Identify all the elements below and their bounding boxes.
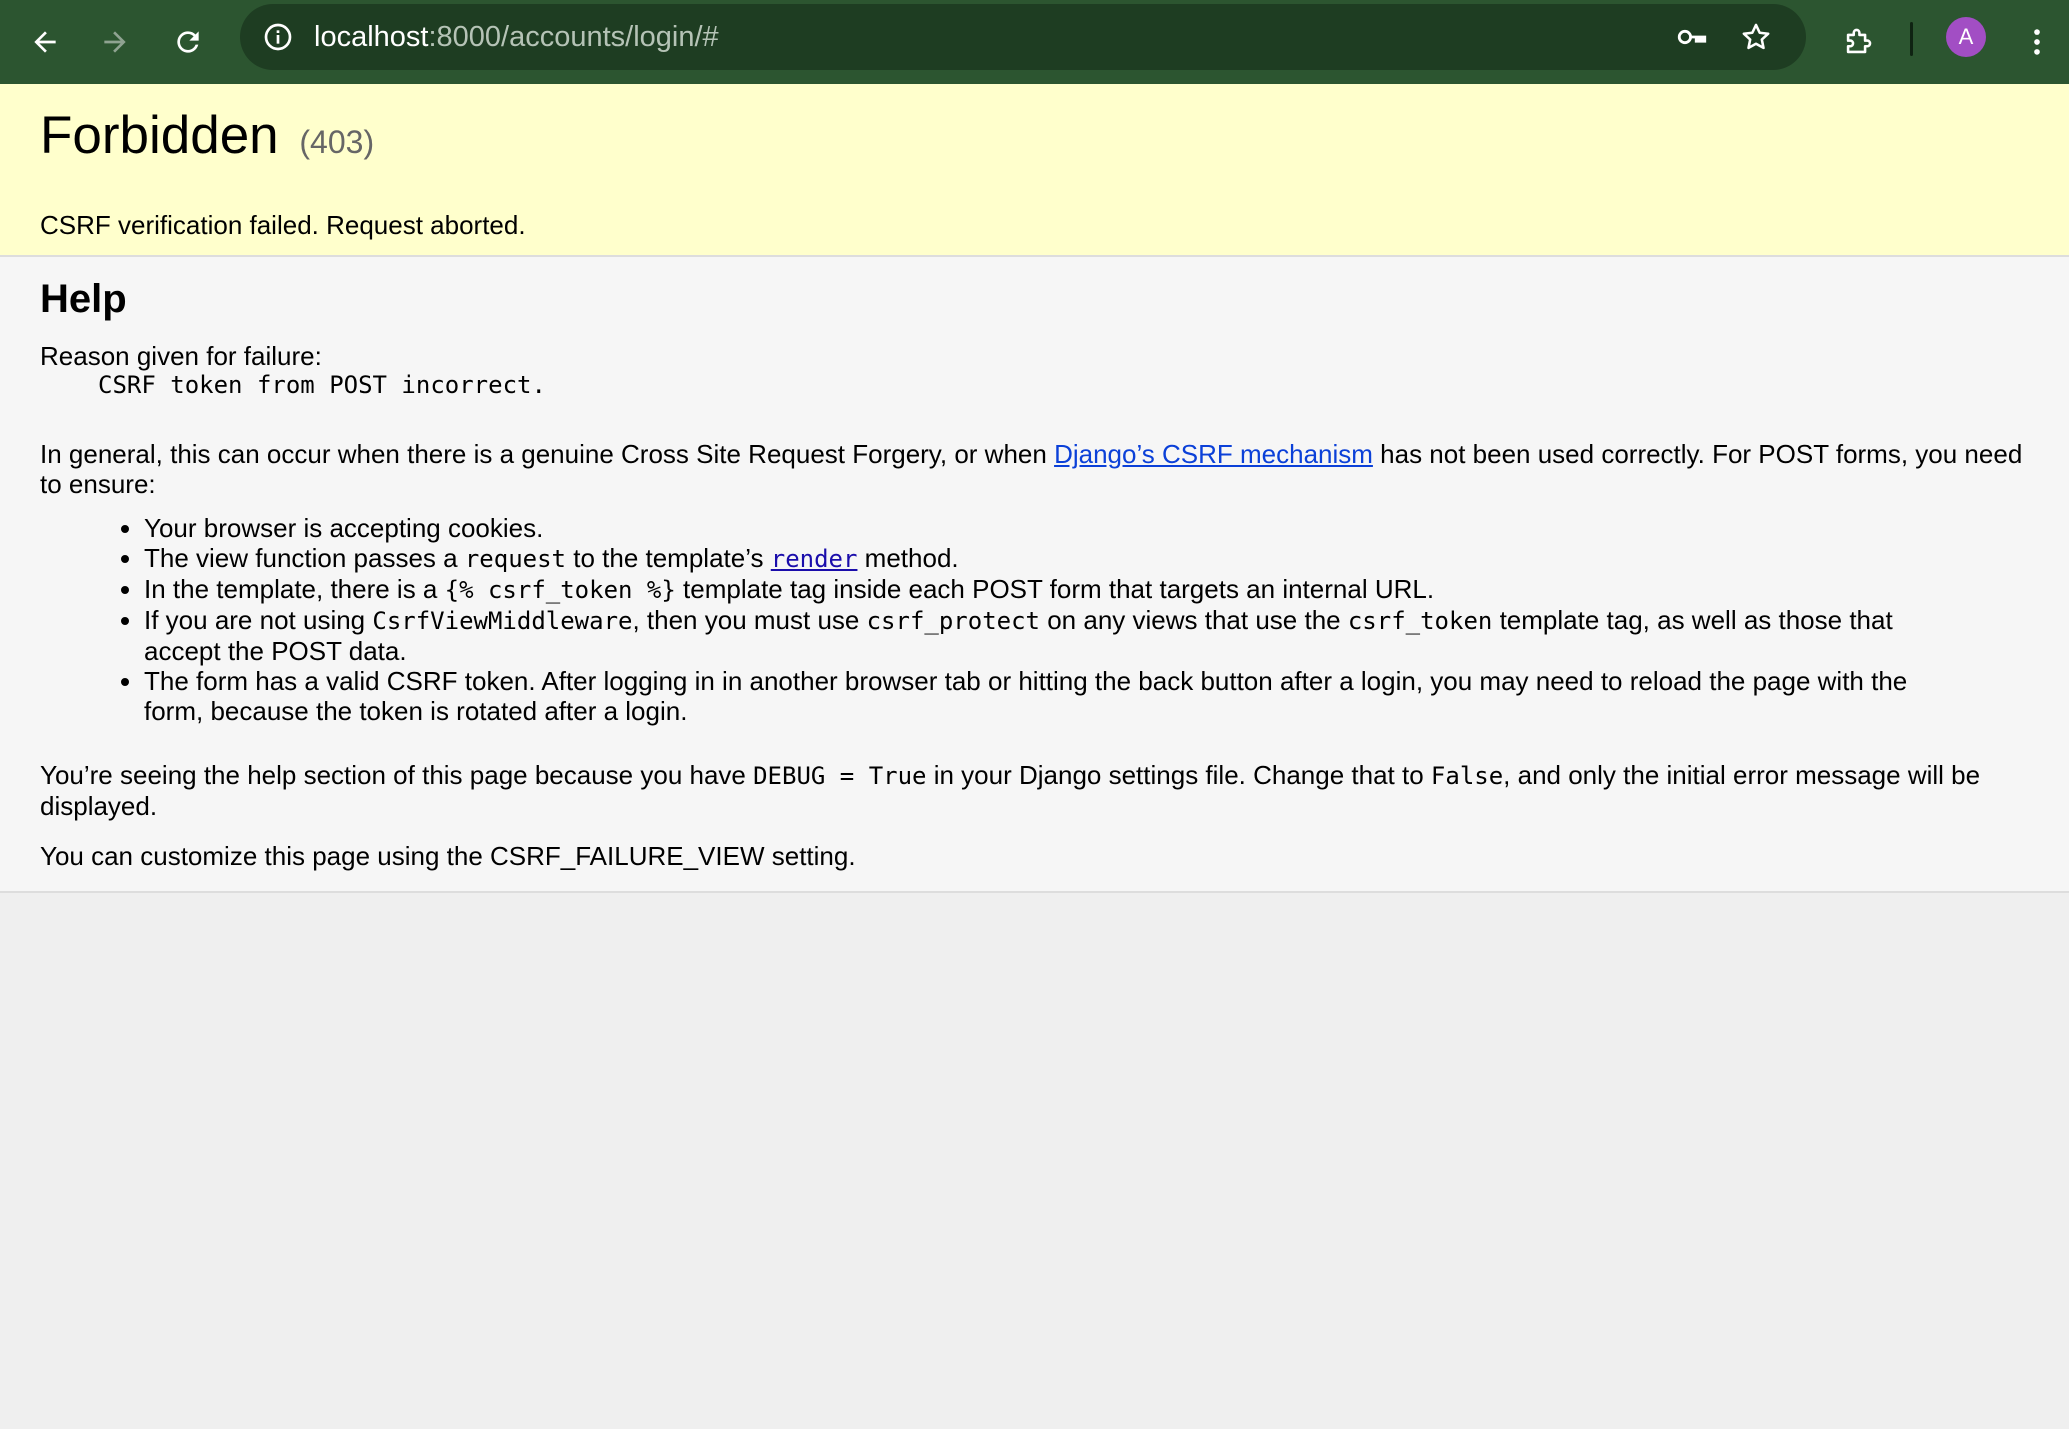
checklist-item: The form has a valid CSRF token. After l… (144, 666, 1910, 726)
browser-toolbar: localhost:8000/accounts/login/# A (0, 0, 2069, 84)
error-message: CSRF verification failed. Request aborte… (40, 210, 526, 240)
toolbar-divider (1910, 22, 1913, 56)
bullet-text: The view function passes a (144, 543, 465, 573)
puzzle-icon[interactable] (1829, 13, 1887, 71)
bullet-text: to the template’s (566, 543, 771, 573)
help-heading: Help (40, 277, 127, 321)
bullet-text: The form has a valid CSRF token. After l… (144, 666, 1908, 726)
customize-note: You can customize this page using the CS… (40, 841, 856, 871)
bullet-text: template tag inside each POST form that … (675, 574, 1435, 604)
bullet-text: , then you must use (632, 605, 867, 635)
code-csrf-token-tag: {% csrf_token %} (444, 576, 676, 604)
failure-reason: CSRF token from POST incorrect. (98, 371, 546, 399)
error-summary: Forbidden (403) CSRF verification failed… (0, 84, 2069, 257)
site-info-icon[interactable] (254, 13, 302, 61)
reason-label: Reason given for failure: (40, 341, 322, 371)
checklist-item: The view function passes a request to th… (144, 543, 1910, 574)
reload-icon[interactable] (159, 13, 217, 71)
general-explanation: In general, this can occur when there is… (40, 439, 2029, 499)
page-content: Forbidden (403) CSRF verification failed… (0, 84, 2069, 1429)
url-path: :8000/accounts/login/# (428, 21, 719, 53)
code-request: request (464, 545, 566, 573)
status-code: (403) (299, 124, 375, 160)
page-title: Forbidden (403) (40, 104, 2029, 174)
back-arrow-icon[interactable] (16, 13, 74, 71)
bullet-text: on any views that use the (1040, 605, 1348, 635)
django-csrf-docs-link[interactable]: Django’s CSRF mechanism (1054, 439, 1373, 469)
profile-avatar[interactable]: A (1946, 17, 1986, 57)
code-csrf-protect: csrf_protect (866, 607, 1040, 635)
render-link[interactable]: render (771, 545, 858, 573)
bullet-text: If you are not using (144, 605, 373, 635)
url-text[interactable]: localhost:8000/accounts/login/# (314, 4, 719, 70)
code-false: False (1430, 762, 1504, 790)
url-host: localhost (314, 21, 429, 53)
forward-arrow-icon[interactable] (86, 13, 144, 71)
bullet-text: In the template, there is a (144, 574, 445, 604)
checklist-item: If you are not using CsrfViewMiddleware,… (144, 605, 1910, 666)
bullet-text: method. (857, 543, 959, 573)
code-middleware: CsrfViewMiddleware (372, 607, 633, 635)
key-icon[interactable] (1668, 13, 1716, 61)
bullet-text: Your browser is accepting cookies. (144, 513, 544, 543)
debug-text-2: in your Django settings file. Change tha… (926, 760, 1431, 790)
help-section: Help Reason given for failure: CSRF toke… (0, 257, 2069, 893)
general-text-1: In general, this can occur when there is… (40, 439, 1055, 469)
error-title: Forbidden (40, 106, 279, 165)
star-icon[interactable] (1732, 13, 1780, 61)
debug-text-1: You’re seeing the help section of this p… (40, 760, 754, 790)
code-csrf-token: csrf_token (1347, 607, 1493, 635)
checklist-item: Your browser is accepting cookies. (144, 513, 1910, 543)
checklist-item: In the template, there is a {% csrf_toke… (144, 574, 1910, 605)
code-debug-true: DEBUG = True (753, 762, 927, 790)
debug-note: You’re seeing the help section of this p… (40, 760, 2029, 821)
kebab-menu-icon[interactable] (2008, 13, 2066, 71)
address-bar[interactable]: localhost:8000/accounts/login/# (240, 4, 1806, 70)
checklist: Your browser is accepting cookies. The v… (40, 513, 1910, 726)
